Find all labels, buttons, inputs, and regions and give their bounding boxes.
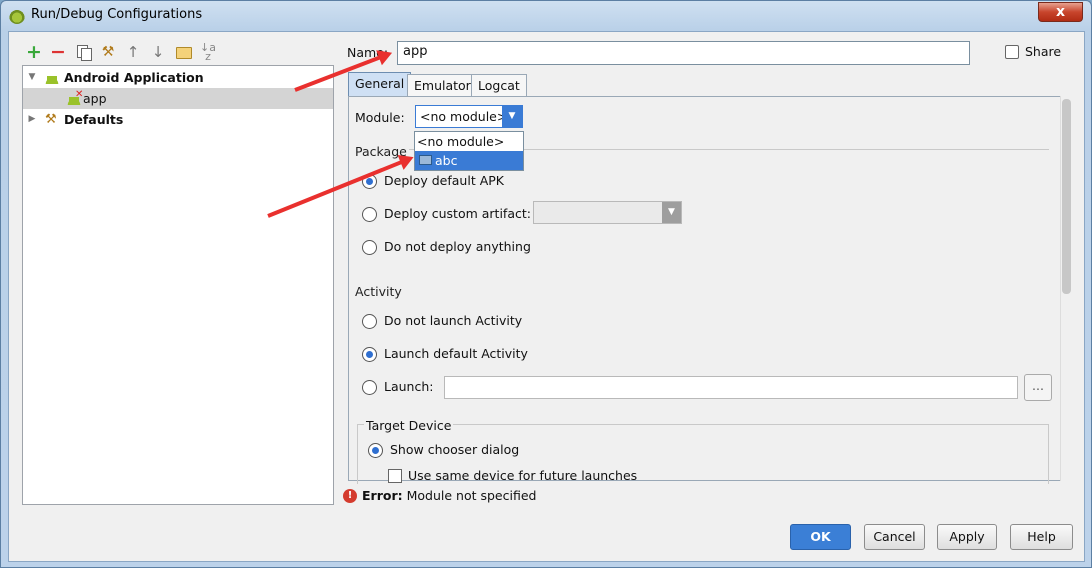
apply-button[interactable]: Apply [937,524,997,550]
module-folder-icon [419,155,432,165]
tree-item-label: app [83,91,107,106]
remove-icon[interactable]: − [49,43,67,62]
radio-do-not-deploy[interactable] [362,240,377,255]
sort-icon[interactable]: ↓a z [199,42,217,62]
same-device-checkbox[interactable] [388,469,402,483]
move-down-icon[interactable]: ↓ [149,43,167,61]
radio-launch-default[interactable] [362,347,377,362]
module-label: Module: [355,110,405,125]
radio-label[interactable]: Do not deploy anything [384,239,531,254]
tab-logcat[interactable]: Logcat [471,74,527,97]
chevron-down-icon[interactable]: ▼ [662,202,681,223]
radio-label[interactable]: Deploy custom artifact: [384,206,531,221]
chevron-down-icon[interactable]: ▼ [502,106,522,127]
help-button[interactable]: Help [1010,524,1073,550]
configuration-tree[interactable]: ▼ Android Application ✕ app ▶ ⚒ Defaults [22,65,334,505]
tree-item-defaults[interactable]: ▶ ⚒ Defaults [23,109,333,130]
tab-emulator[interactable]: Emulator [407,74,478,97]
name-input[interactable]: app [397,41,970,65]
activity-section-label: Activity [355,284,402,299]
tree-item-label: Defaults [64,112,124,127]
folder-icon[interactable] [174,43,192,61]
dialog-window: Run/Debug Configurations x + − ⚒ ↑ ↓ ↓a … [0,0,1092,568]
radio-label[interactable]: Launch: [384,379,433,394]
radio-label[interactable]: Do not launch Activity [384,313,522,328]
error-message: Error: Module not specified [362,488,536,503]
close-button[interactable]: x [1038,2,1083,22]
radio-show-chooser[interactable] [368,443,383,458]
dialog-content: + − ⚒ ↑ ↓ ↓a z ▼ Android Application ✕ a… [8,31,1085,562]
launch-activity-input[interactable] [444,376,1018,399]
tree-item-label: Android Application [64,70,204,85]
copy-icon[interactable] [74,43,92,61]
radio-label[interactable]: Show chooser dialog [390,442,519,457]
radio-label[interactable]: Deploy default APK [384,173,504,188]
radio-do-not-launch[interactable] [362,314,377,329]
move-up-icon[interactable]: ↑ [124,43,142,61]
radio-deploy-custom-artifact[interactable] [362,207,377,222]
expand-arrow-icon[interactable]: ▼ [27,67,37,88]
ok-button[interactable]: OK [790,524,851,550]
tree-item-app[interactable]: ✕ app [23,88,333,109]
target-device-label: Target Device [364,418,454,433]
wrench-icon[interactable]: ⚒ [99,43,117,61]
same-device-label[interactable]: Use same device for future launches [408,468,637,483]
collapse-arrow-icon[interactable]: ▶ [27,109,37,130]
share-checkbox[interactable] [1005,45,1019,59]
module-dropdown-list[interactable]: <no module> abc [414,131,524,171]
share-label[interactable]: Share [1025,44,1061,59]
dropdown-option-label: abc [435,153,458,168]
tab-general[interactable]: General [348,72,412,97]
dropdown-option-no-module[interactable]: <no module> [415,132,523,151]
error-text: Module not specified [406,488,537,503]
cancel-button[interactable]: Cancel [864,524,925,550]
wrench-icon: ⚒ [45,112,57,127]
error-icon: ! [343,489,357,503]
browse-button[interactable]: ... [1024,374,1052,401]
title-bar[interactable]: Run/Debug Configurations x [1,1,1091,31]
android-studio-icon [9,8,25,24]
android-icon [45,70,59,84]
artifact-select[interactable] [533,201,682,224]
radio-launch[interactable] [362,380,377,395]
tree-item-android-application[interactable]: ▼ Android Application [23,67,333,88]
add-icon[interactable]: + [25,43,43,62]
error-prefix: Error: [362,488,403,503]
scrollbar-thumb[interactable] [1062,99,1071,294]
window-title: Run/Debug Configurations [31,7,203,22]
radio-label[interactable]: Launch default Activity [384,346,528,361]
dropdown-option-abc[interactable]: abc [415,151,523,170]
